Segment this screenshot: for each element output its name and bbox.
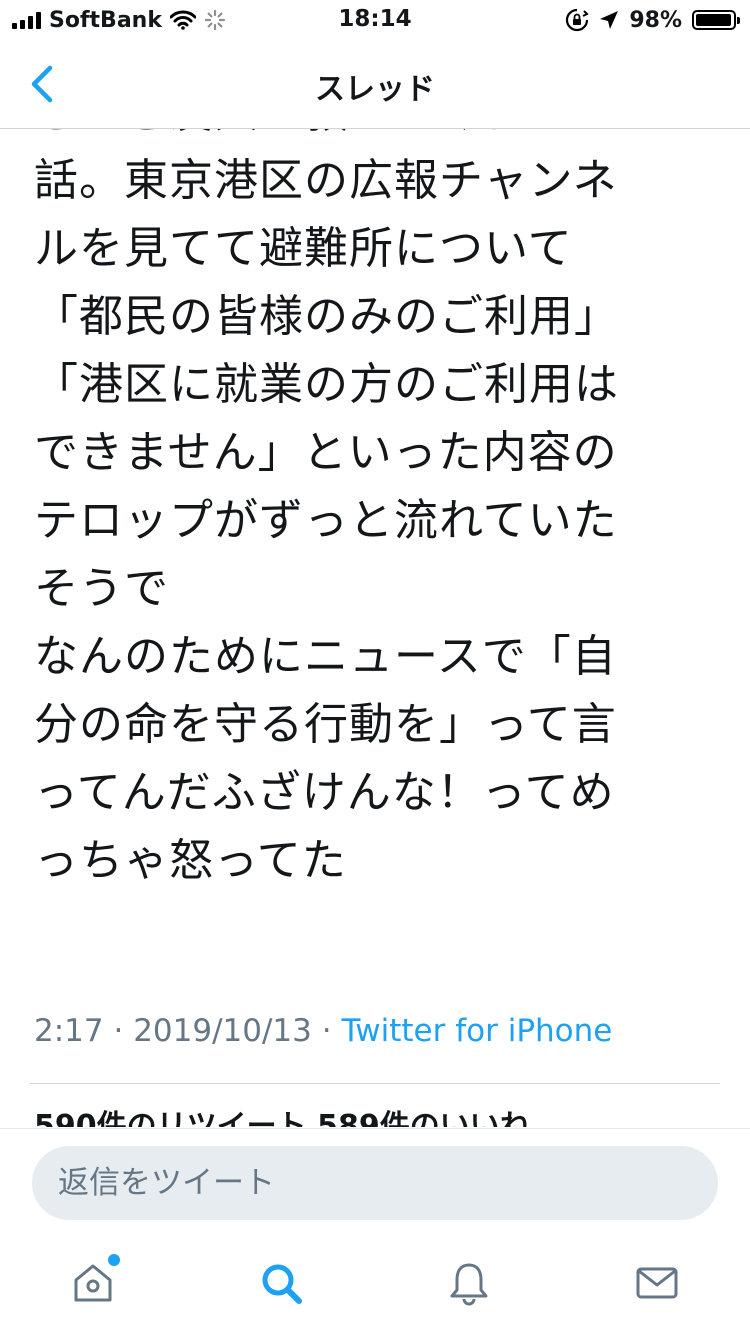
- status-bar: SoftBank 18:14 98%: [0, 0, 750, 40]
- tweet-stats[interactable]: 590件のリツイート 589件のいいね: [34, 1101, 530, 1127]
- page-title: スレッド: [315, 72, 435, 107]
- battery-percent: 98%: [629, 7, 682, 33]
- meta-separator: ·: [113, 1013, 124, 1049]
- bell-icon: [450, 1263, 488, 1306]
- status-right: 98%: [565, 6, 740, 34]
- notification-badge: [108, 1254, 120, 1266]
- tweet-date: 2019/10/13: [133, 1013, 312, 1049]
- divider: [30, 1083, 720, 1084]
- tab-search[interactable]: [258, 1260, 308, 1310]
- tweet-meta: 2:17 · 2019/10/13 · Twitter for iPhone: [34, 1013, 612, 1049]
- tab-messages[interactable]: [634, 1260, 684, 1310]
- tweet-time: 2:17: [34, 1013, 104, 1049]
- reply-bar: 返信をツイート: [0, 1128, 750, 1234]
- tab-home[interactable]: [70, 1254, 120, 1310]
- home-icon: [74, 1264, 112, 1302]
- reply-input[interactable]: 返信をツイート: [32, 1146, 718, 1220]
- tweet-detail: さっき友人が教えてくれた 話。東京港区の広報チャンネ ルを見てて避難所について …: [0, 129, 750, 1127]
- search-icon: [262, 1264, 302, 1304]
- orientation-lock-icon: [566, 8, 590, 32]
- tweet-source-link[interactable]: Twitter for iPhone: [341, 1013, 612, 1049]
- mail-icon: [636, 1267, 678, 1299]
- battery-icon: [692, 10, 740, 30]
- tab-bar: [0, 1234, 750, 1334]
- location-arrow-icon: [600, 11, 619, 29]
- tweet-text: さっき友人が教えてくれた 話。東京港区の広報チャンネ ルを見てて避難所について …: [34, 129, 619, 886]
- navigation-bar: スレッド: [0, 40, 750, 129]
- tab-notifications[interactable]: [446, 1260, 496, 1310]
- meta-separator: ·: [321, 1013, 332, 1049]
